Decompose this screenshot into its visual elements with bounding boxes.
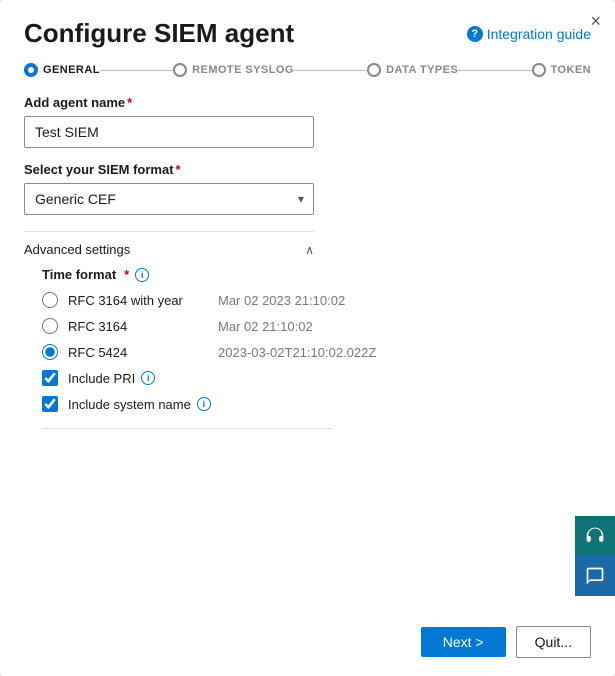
agent-name-label: Add agent name* <box>24 95 591 110</box>
modal-footer: Next > Quit... <box>0 610 615 676</box>
modal-title: Configure SIEM agent <box>24 18 294 49</box>
integration-guide-link[interactable]: ? Integration guide <box>467 26 591 42</box>
include-system-name-checkbox[interactable] <box>42 396 58 412</box>
radio-rfc5424-label[interactable]: RFC 5424 <box>68 345 208 360</box>
advanced-settings-label: Advanced settings <box>24 242 130 257</box>
include-system-name-info-icon[interactable]: i <box>197 397 211 411</box>
step-data-types[interactable]: DATA TYPES <box>367 63 458 77</box>
close-button[interactable]: × <box>590 12 601 30</box>
step-general-label: GENERAL <box>43 64 100 76</box>
step-general-dot <box>24 63 38 77</box>
step-line-2 <box>294 70 367 71</box>
step-data-types-label: DATA TYPES <box>386 64 458 76</box>
chat-icon-button[interactable] <box>575 556 615 596</box>
advanced-settings-toggle[interactable]: Advanced settings ∧ <box>24 232 314 267</box>
siem-format-required: * <box>176 162 181 177</box>
step-token[interactable]: TOKEN <box>532 63 592 77</box>
include-pri-row: Include PRI i <box>42 370 591 386</box>
radio-rfc5424-row: RFC 5424 2023-03-02T21:10:02.022Z <box>42 344 591 360</box>
radio-rfc3164year-sample: Mar 02 2023 21:10:02 <box>218 293 345 308</box>
radio-rfc5424[interactable] <box>42 344 58 360</box>
step-general-inner <box>28 67 34 73</box>
radio-rfc3164-row: RFC 3164 Mar 02 21:10:02 <box>42 318 591 334</box>
include-system-name-row: Include system name i <box>42 396 591 412</box>
chevron-up-icon: ∧ <box>305 243 314 257</box>
next-button[interactable]: Next > <box>421 627 506 657</box>
support-icon-button[interactable] <box>575 516 615 556</box>
radio-rfc5424-sample: 2023-03-02T21:10:02.022Z <box>218 345 376 360</box>
step-token-label: TOKEN <box>551 64 592 76</box>
time-format-required: * <box>124 267 129 282</box>
radio-rfc3164year-label[interactable]: RFC 3164 with year <box>68 293 208 308</box>
chat-icon <box>585 566 605 586</box>
step-remote-syslog-label: REMOTE SYSLOG <box>192 64 294 76</box>
include-pri-checkbox[interactable] <box>42 370 58 386</box>
siem-format-select[interactable]: Generic CEF ArcSight QRadar Splunk <box>24 183 314 215</box>
radio-rfc3164-label[interactable]: RFC 3164 <box>68 319 208 334</box>
configure-siem-modal: × Configure SIEM agent ? Integration gui… <box>0 0 615 676</box>
radio-rfc3164-sample: Mar 02 21:10:02 <box>218 319 313 334</box>
modal-body: Add agent name* Select your SIEM format*… <box>0 77 615 610</box>
step-line-3 <box>458 70 531 71</box>
time-format-label: Time format * i <box>42 267 591 282</box>
siem-format-label: Select your SIEM format* <box>24 162 591 177</box>
agent-name-required: * <box>127 95 132 110</box>
step-token-dot <box>532 63 546 77</box>
agent-name-input[interactable] <box>24 116 314 148</box>
radio-rfc3164year-row: RFC 3164 with year Mar 02 2023 21:10:02 <box>42 292 591 308</box>
modal-header: Configure SIEM agent ? Integration guide <box>0 0 615 49</box>
include-system-name-label[interactable]: Include system name i <box>68 397 211 412</box>
siem-format-group: Select your SIEM format* Generic CEF Arc… <box>24 162 591 215</box>
step-general[interactable]: GENERAL <box>24 63 100 77</box>
advanced-panel: Time format * i RFC 3164 with year Mar 0… <box>24 267 591 429</box>
bottom-divider <box>42 428 332 429</box>
integration-guide-icon: ? <box>467 26 483 42</box>
step-remote-syslog[interactable]: REMOTE SYSLOG <box>173 63 294 77</box>
agent-name-group: Add agent name* <box>24 95 591 148</box>
headset-icon <box>585 526 605 546</box>
include-pri-info-icon[interactable]: i <box>141 371 155 385</box>
radio-rfc3164[interactable] <box>42 318 58 334</box>
right-sidebar <box>575 516 615 596</box>
step-line-1 <box>100 70 173 71</box>
integration-guide-label: Integration guide <box>487 26 591 42</box>
radio-rfc3164year[interactable] <box>42 292 58 308</box>
steps-bar: GENERAL REMOTE SYSLOG DATA TYPES TOKEN <box>0 49 615 77</box>
include-pri-label[interactable]: Include PRI i <box>68 371 155 386</box>
step-data-types-dot <box>367 63 381 77</box>
quit-button[interactable]: Quit... <box>516 626 591 658</box>
siem-format-select-wrapper: Generic CEF ArcSight QRadar Splunk ▾ <box>24 183 314 215</box>
step-remote-syslog-dot <box>173 63 187 77</box>
time-format-info-icon[interactable]: i <box>135 268 149 282</box>
